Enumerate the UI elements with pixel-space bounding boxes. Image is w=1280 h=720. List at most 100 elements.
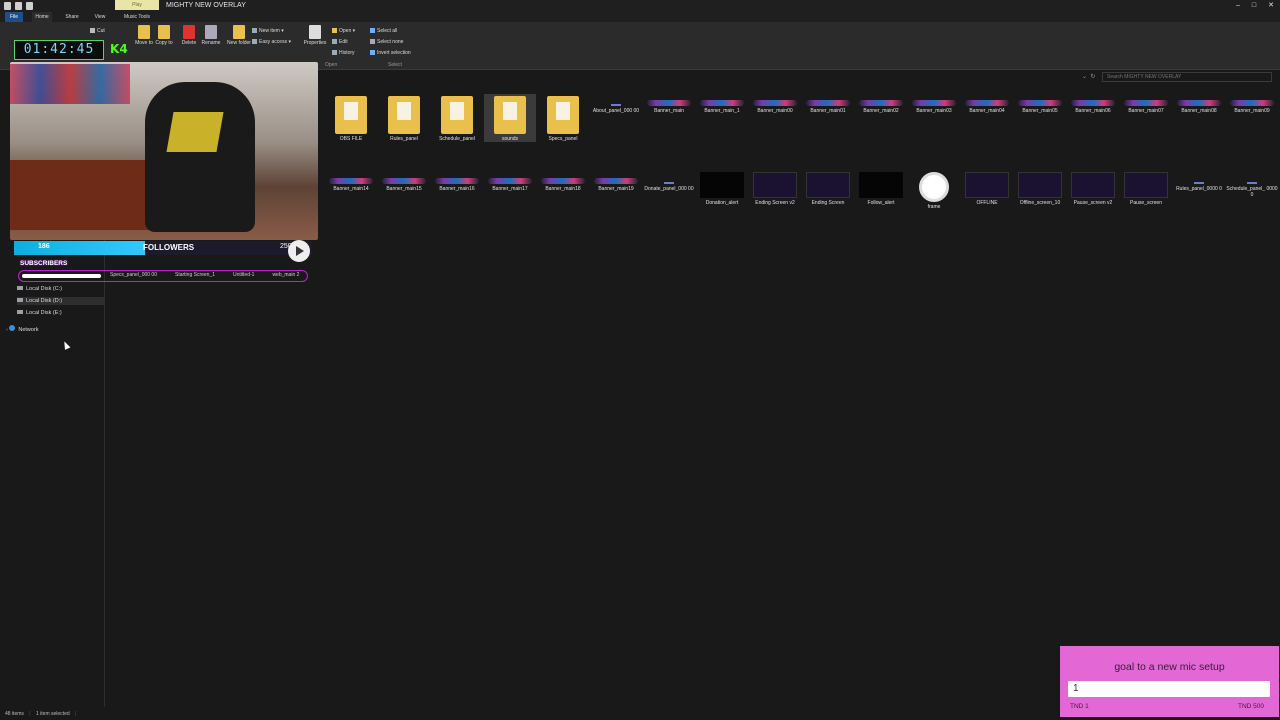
goal-progress-bar — [1068, 681, 1270, 697]
goal-max-label: TND 500 — [1238, 703, 1265, 710]
file-item[interactable]: Banner_main08 — [1173, 94, 1225, 114]
select-all-button[interactable]: Select all — [370, 28, 397, 34]
file-name: Banner_main02 — [863, 108, 899, 114]
file-item[interactable]: Banner_main16 — [431, 172, 483, 192]
goal-current: 1 — [1073, 683, 1079, 694]
image-thumbnail — [1247, 182, 1257, 184]
file-label: web_main 2 — [272, 272, 300, 278]
open-button[interactable]: Open ▾ — [332, 28, 355, 34]
file-name: About_panel_000 00 — [592, 108, 640, 114]
image-thumbnail — [700, 100, 744, 106]
rename-button[interactable]: Rename — [199, 25, 223, 46]
minimize-icon[interactable]: – — [1236, 1, 1240, 11]
file-item[interactable]: Banner_main02 — [855, 94, 907, 114]
file-name: Banner_main_1 — [704, 108, 740, 114]
file-item[interactable]: Offline_screen_10 — [1014, 172, 1066, 206]
video-thumbnail — [859, 172, 903, 198]
move-to-icon — [138, 25, 150, 39]
play-icon — [288, 240, 310, 262]
file-item[interactable]: Banner_main — [643, 94, 695, 114]
invert-selection-icon — [370, 50, 375, 55]
file-item[interactable]: Banner_main05 — [1014, 94, 1066, 114]
file-item[interactable]: Banner_main17 — [484, 172, 536, 192]
invert-selection-button[interactable]: Invert selection — [370, 50, 411, 56]
file-item[interactable]: Banner_main04 — [961, 94, 1013, 114]
file-item[interactable]: Banner_main14 — [325, 172, 377, 192]
tab-file[interactable]: File — [5, 12, 23, 22]
nav-item-disk-c[interactable]: Local Disk (C:) — [17, 285, 62, 293]
file-item[interactable]: Banner_main18 — [537, 172, 589, 192]
file-item[interactable]: About_panel_000 00 — [590, 94, 642, 114]
webcam-desk — [10, 160, 150, 230]
history-button[interactable]: History — [332, 50, 355, 56]
new-item-icon — [252, 28, 257, 33]
file-name: Rules_panel — [390, 136, 418, 142]
file-item[interactable]: Rules_panel — [378, 94, 430, 142]
delete-button[interactable]: Delete — [177, 25, 201, 46]
file-item[interactable]: frame — [908, 172, 960, 210]
file-item[interactable]: Donate_panel_000 00 — [643, 172, 695, 192]
file-name: Offline_screen_10 — [1019, 200, 1061, 206]
file-item[interactable]: Banner_main06 — [1067, 94, 1119, 114]
file-item[interactable]: Donation_alert — [696, 172, 748, 206]
maximize-icon[interactable]: □ — [1252, 1, 1256, 11]
file-item[interactable]: OFFLINE — [961, 172, 1013, 206]
folder-icon — [4, 2, 11, 10]
video-thumbnail — [965, 172, 1009, 198]
file-item[interactable]: OBS FILE — [325, 94, 377, 142]
history-label: History — [339, 50, 355, 56]
nav-item-network[interactable]: › Network — [6, 325, 39, 334]
file-item[interactable]: Specs_panel — [537, 94, 589, 142]
file-item[interactable]: Banner_main03 — [908, 94, 960, 114]
file-item[interactable]: Banner_main15 — [378, 172, 430, 192]
file-name: Banner_main18 — [545, 186, 581, 192]
chevron-down-icon[interactable]: ⌄ — [1082, 74, 1087, 80]
nav-item-disk-d[interactable]: Local Disk (D:) — [17, 297, 104, 305]
tab-music-tools[interactable]: Music Tools — [118, 12, 156, 22]
select-none-button[interactable]: Select none — [370, 39, 403, 45]
file-item[interactable]: sounds — [484, 94, 536, 142]
file-item[interactable]: Schedule_panel — [431, 94, 483, 142]
easy-access-button[interactable]: Easy access ▾ — [252, 39, 291, 45]
file-item[interactable]: Banner_main00 — [749, 94, 801, 114]
refresh-icon[interactable]: ↻ — [1090, 74, 1095, 80]
file-item[interactable]: Ending Screen v2 — [749, 172, 801, 206]
image-thumbnail — [435, 178, 479, 184]
file-item[interactable]: Pause_screen v2 — [1067, 172, 1119, 206]
new-item-button[interactable]: New item ▾ — [252, 28, 284, 34]
close-icon[interactable]: ✕ — [1268, 1, 1274, 11]
subscribers-progress-fill — [22, 274, 101, 278]
file-item[interactable]: Banner_main01 — [802, 94, 854, 114]
context-tab-play[interactable]: Play — [115, 0, 159, 10]
new-folder-icon[interactable] — [26, 2, 33, 10]
file-item[interactable]: Schedule_panel_ 00000 — [1226, 172, 1278, 198]
file-name: Banner_main01 — [810, 108, 846, 114]
properties-button[interactable]: Properties — [303, 25, 327, 46]
followers-label: FOLLOWERS — [143, 243, 195, 252]
nav-item-disk-e[interactable]: Local Disk (E:) — [17, 309, 62, 317]
tab-home[interactable]: Home — [32, 12, 52, 22]
file-name: Banner_main17 — [492, 186, 528, 192]
file-item[interactable]: Rules_panel_0000 0 — [1173, 172, 1225, 192]
folder-icon — [547, 96, 579, 134]
file-item[interactable]: Ending Screen — [802, 172, 854, 206]
folder-icon — [388, 96, 420, 134]
chevron-right-icon[interactable]: › — [6, 327, 8, 333]
kick-count: 4 — [119, 42, 128, 56]
new-folder-button[interactable]: New folder — [227, 25, 251, 46]
tab-share[interactable]: Share — [62, 12, 82, 22]
file-item[interactable]: Banner_main_1 — [696, 94, 748, 114]
file-item[interactable]: Banner_main19 — [590, 172, 642, 192]
file-item[interactable]: Follow_alert — [855, 172, 907, 206]
search-input[interactable] — [1102, 72, 1272, 82]
file-name: Banner_main19 — [598, 186, 634, 192]
cut-button[interactable]: Cut — [90, 28, 105, 34]
edit-button[interactable]: Edit — [332, 39, 348, 45]
copy-to-button[interactable]: Copy to — [152, 25, 176, 46]
file-item[interactable]: Banner_main09 — [1226, 94, 1278, 114]
file-item[interactable]: Banner_main07 — [1120, 94, 1172, 114]
properties-icon[interactable] — [15, 2, 22, 10]
file-name: OFFLINE — [976, 200, 998, 206]
file-item[interactable]: Pause_screen — [1120, 172, 1172, 206]
tab-view[interactable]: View — [90, 12, 110, 22]
